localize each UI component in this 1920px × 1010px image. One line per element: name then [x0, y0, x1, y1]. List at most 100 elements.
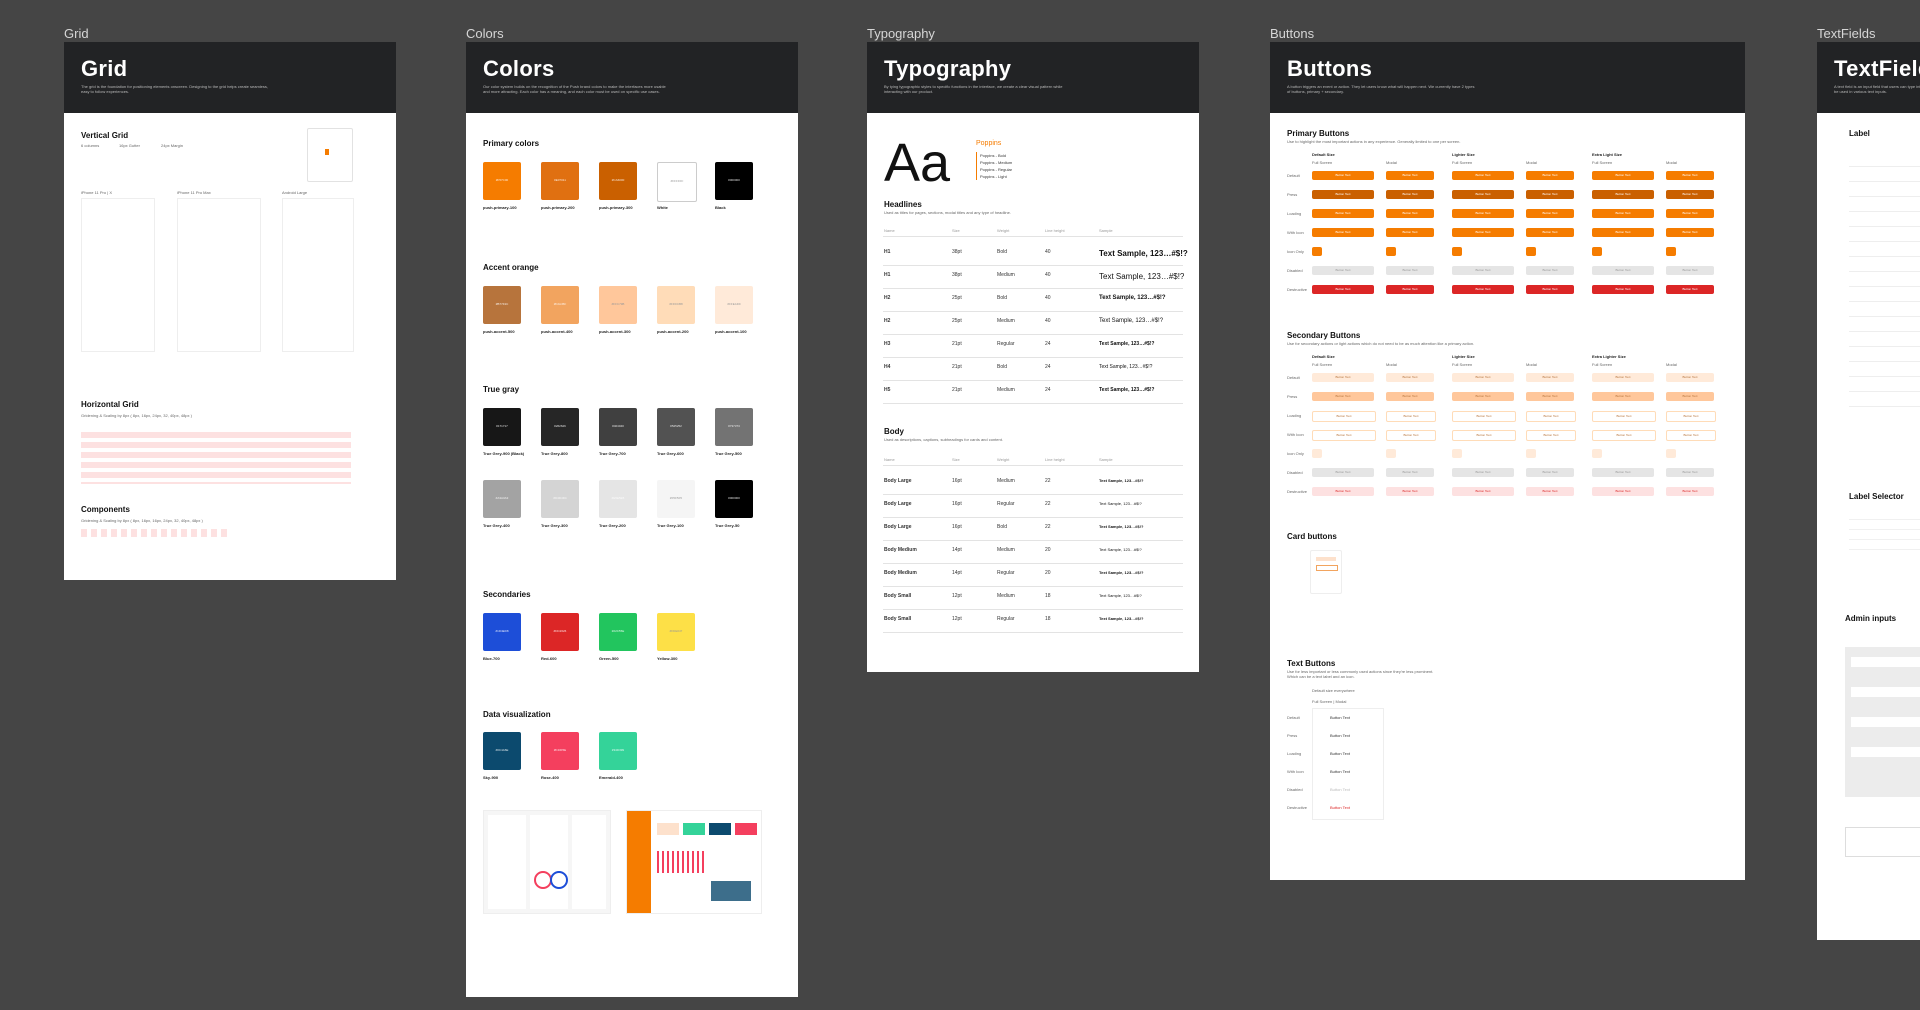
- color-swatch[interactable]: #FDE047: [657, 613, 695, 651]
- button-sample[interactable]: Button Text: [1592, 468, 1654, 477]
- textfields-board[interactable]: TextFields A text field is an input fiel…: [1817, 42, 1920, 940]
- admin-input[interactable]: [1851, 717, 1920, 727]
- button-sample[interactable]: Button Text: [1452, 487, 1514, 496]
- button-sample[interactable]: Button Text: [1526, 468, 1574, 477]
- button-sample[interactable]: Button Text: [1452, 285, 1514, 294]
- color-swatch[interactable]: #525252: [657, 408, 695, 446]
- color-swatch[interactable]: #F43F5E: [541, 732, 579, 770]
- button-sample[interactable]: Button Text: [1666, 266, 1714, 275]
- card-button-sample[interactable]: [1310, 550, 1342, 594]
- button-sample[interactable]: Button Text: [1592, 285, 1654, 294]
- button-sample[interactable]: [1452, 449, 1462, 458]
- button-sample[interactable]: Button Text: [1386, 468, 1434, 477]
- button-sample[interactable]: Button Text: [1386, 430, 1436, 441]
- button-sample[interactable]: [1666, 247, 1676, 256]
- button-sample[interactable]: Button Text: [1592, 266, 1654, 275]
- color-swatch[interactable]: #22C55E: [599, 613, 637, 651]
- button-sample[interactable]: Button Text: [1386, 285, 1434, 294]
- button-sample[interactable]: Button Text: [1386, 411, 1436, 422]
- button-sample[interactable]: Button Text: [1666, 373, 1714, 382]
- color-swatch[interactable]: #0C4A6E: [483, 732, 521, 770]
- color-swatch[interactable]: #737373: [715, 408, 753, 446]
- button-sample[interactable]: Button Text: [1526, 228, 1574, 237]
- button-sample[interactable]: Button Text: [1666, 392, 1714, 401]
- button-sample[interactable]: [1592, 247, 1602, 256]
- admin-input[interactable]: [1851, 657, 1920, 667]
- button-sample[interactable]: Button Text: [1526, 209, 1574, 218]
- color-swatch[interactable]: #FFC79B: [599, 286, 637, 324]
- frame-label-buttons[interactable]: Buttons: [1270, 26, 1314, 41]
- button-sample[interactable]: Button Text: [1592, 373, 1654, 382]
- button-sample[interactable]: [1386, 449, 1396, 458]
- button-sample[interactable]: Button Text: [1526, 171, 1574, 180]
- color-swatch[interactable]: #B7743C: [483, 286, 521, 324]
- text-button[interactable]: Button Text: [1330, 715, 1350, 720]
- button-sample[interactable]: Button Text: [1452, 392, 1514, 401]
- button-sample[interactable]: Button Text: [1592, 392, 1654, 401]
- color-swatch[interactable]: #1D4ED8: [483, 613, 521, 651]
- button-sample[interactable]: Button Text: [1452, 228, 1514, 237]
- button-sample[interactable]: Button Text: [1312, 487, 1374, 496]
- button-sample[interactable]: Button Text: [1592, 171, 1654, 180]
- text-button[interactable]: Button Text: [1330, 733, 1350, 738]
- dashboard-thumbnail-2[interactable]: [626, 810, 762, 914]
- button-sample[interactable]: Button Text: [1386, 392, 1434, 401]
- button-sample[interactable]: Button Text: [1386, 171, 1434, 180]
- color-swatch[interactable]: #E5E5E5: [599, 480, 637, 518]
- color-swatch[interactable]: #CA6000: [599, 162, 637, 200]
- color-swatch[interactable]: #A3A3A3: [483, 480, 521, 518]
- button-sample[interactable]: Button Text: [1526, 285, 1574, 294]
- button-sample[interactable]: Button Text: [1592, 430, 1656, 441]
- button-sample[interactable]: Button Text: [1526, 411, 1576, 422]
- color-swatch[interactable]: #FFEAD9: [715, 286, 753, 324]
- color-swatch[interactable]: #F5F5F5: [657, 480, 695, 518]
- colors-board[interactable]: Colors Our color system builds on the re…: [466, 42, 798, 997]
- button-sample[interactable]: Button Text: [1666, 487, 1714, 496]
- color-swatch[interactable]: #FFDCB8: [657, 286, 695, 324]
- button-sample[interactable]: Button Text: [1312, 430, 1376, 441]
- button-sample[interactable]: [1452, 247, 1462, 256]
- color-swatch[interactable]: #404040: [599, 408, 637, 446]
- button-sample[interactable]: Button Text: [1312, 228, 1374, 237]
- frame-label-grid[interactable]: Grid: [64, 26, 89, 41]
- frame-label-textfields[interactable]: TextFields: [1817, 26, 1876, 41]
- button-sample[interactable]: Button Text: [1312, 285, 1374, 294]
- button-sample[interactable]: Button Text: [1312, 171, 1374, 180]
- button-sample[interactable]: Button Text: [1312, 209, 1374, 218]
- dashboard-thumbnail-1[interactable]: [483, 810, 611, 914]
- button-sample[interactable]: Button Text: [1386, 487, 1434, 496]
- color-swatch[interactable]: #E07011: [541, 162, 579, 200]
- color-swatch[interactable]: #171717: [483, 408, 521, 446]
- button-sample[interactable]: Button Text: [1452, 190, 1514, 199]
- button-sample[interactable]: Button Text: [1666, 209, 1714, 218]
- color-swatch[interactable]: #F2A45F: [541, 286, 579, 324]
- button-sample[interactable]: Button Text: [1386, 209, 1434, 218]
- button-sample[interactable]: Button Text: [1452, 266, 1514, 275]
- button-sample[interactable]: Button Text: [1526, 430, 1576, 441]
- button-sample[interactable]: [1666, 449, 1676, 458]
- color-swatch[interactable]: #DC2626: [541, 613, 579, 651]
- button-sample[interactable]: Button Text: [1386, 373, 1434, 382]
- button-sample[interactable]: Button Text: [1526, 487, 1574, 496]
- text-button[interactable]: Button Text: [1330, 751, 1350, 756]
- button-sample[interactable]: Button Text: [1386, 190, 1434, 199]
- button-sample[interactable]: Button Text: [1526, 266, 1574, 275]
- button-sample[interactable]: Button Text: [1666, 190, 1714, 199]
- button-sample[interactable]: Button Text: [1592, 411, 1656, 422]
- button-sample[interactable]: Button Text: [1312, 190, 1374, 199]
- button-sample[interactable]: Button Text: [1592, 228, 1654, 237]
- frame-label-typography[interactable]: Typography: [867, 26, 935, 41]
- frame-label-colors[interactable]: Colors: [466, 26, 504, 41]
- button-sample[interactable]: Button Text: [1452, 209, 1514, 218]
- button-sample[interactable]: Button Text: [1592, 487, 1654, 496]
- button-sample[interactable]: Button Text: [1666, 468, 1714, 477]
- button-sample[interactable]: [1312, 449, 1322, 458]
- button-sample[interactable]: Button Text: [1312, 411, 1376, 422]
- button-sample[interactable]: Button Text: [1592, 209, 1654, 218]
- color-swatch[interactable]: #000000: [715, 480, 753, 518]
- button-sample[interactable]: [1386, 247, 1396, 256]
- button-sample[interactable]: Button Text: [1312, 392, 1374, 401]
- color-swatch[interactable]: #34D399: [599, 732, 637, 770]
- button-sample[interactable]: Button Text: [1526, 392, 1574, 401]
- text-button[interactable]: Button Text: [1330, 805, 1350, 810]
